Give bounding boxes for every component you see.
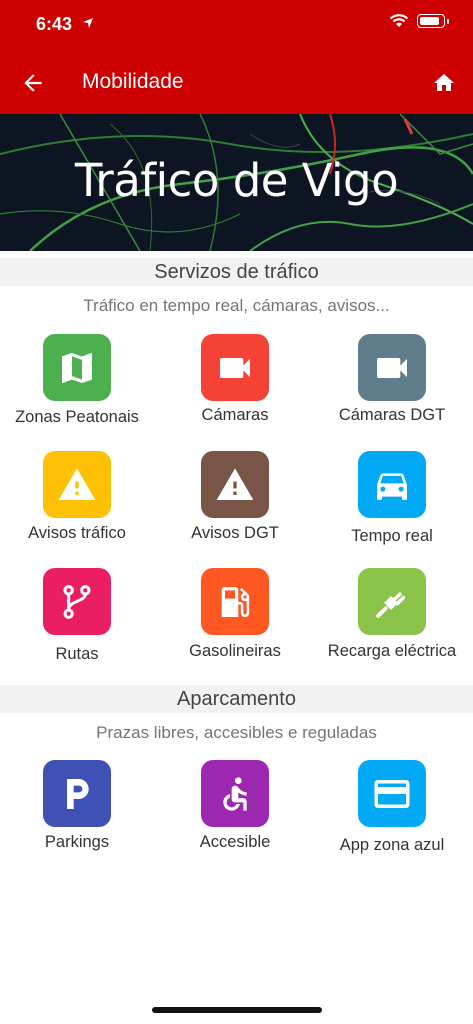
status-indicators bbox=[389, 14, 449, 28]
location-arrow-icon bbox=[83, 18, 93, 28]
tile-label: Rutas bbox=[55, 645, 99, 663]
tile-label: Zonas Peatonais bbox=[15, 408, 139, 426]
tile-rutas[interactable]: Rutas bbox=[7, 568, 147, 678]
warning-icon bbox=[201, 451, 269, 518]
page-title: Mobilidade bbox=[82, 70, 184, 93]
tile-parkings[interactable]: Parkings bbox=[7, 760, 147, 870]
tile-app-zona-azul[interactable]: App zona azul bbox=[322, 760, 462, 870]
hero-title: Tráfico de Vigo bbox=[74, 154, 399, 207]
tile-label: Cámaras bbox=[201, 406, 269, 424]
warning-icon bbox=[43, 451, 111, 518]
fork-icon bbox=[43, 568, 111, 635]
tile-avisos-dgt[interactable]: Avisos DGT bbox=[165, 451, 305, 561]
tile-camaras[interactable]: Cámaras bbox=[165, 334, 305, 444]
accessible-icon bbox=[201, 760, 269, 827]
app-header: 6:43 Mobilidade bbox=[0, 0, 473, 114]
section-subtitle-parking: Prazas libres, accesibles e reguladas bbox=[96, 723, 377, 742]
back-arrow-icon[interactable] bbox=[20, 70, 46, 96]
section-title-traffic: Servizos de tráfico bbox=[0, 258, 473, 286]
tile-label: Parkings bbox=[44, 833, 110, 851]
wifi-icon bbox=[389, 14, 409, 27]
tile-zonas-peatonais[interactable]: Zonas Peatonais bbox=[7, 334, 147, 444]
tile-label: App zona azul bbox=[339, 836, 445, 854]
tile-label: Cámaras DGT bbox=[338, 406, 446, 424]
tile-label: Tempo real bbox=[351, 527, 433, 545]
section-title-parking: Aparcamento bbox=[0, 685, 473, 713]
tile-gasolineiras[interactable]: Gasolineiras bbox=[165, 568, 305, 678]
tile-label: Avisos DGT bbox=[191, 524, 279, 542]
tile-recarga-electrica[interactable]: Recarga eléctrica bbox=[322, 568, 462, 678]
home-indicator bbox=[152, 1007, 322, 1013]
car-icon bbox=[358, 451, 426, 518]
tile-label: Gasolineiras bbox=[189, 642, 281, 660]
plug-icon bbox=[358, 568, 426, 635]
card-icon bbox=[358, 760, 426, 827]
gas-station-icon bbox=[201, 568, 269, 635]
tile-label: Recarga eléctrica bbox=[327, 642, 457, 660]
home-icon[interactable] bbox=[432, 71, 456, 95]
battery-icon bbox=[417, 14, 445, 28]
tile-accesible[interactable]: Accesible bbox=[165, 760, 305, 870]
status-time: 6:43 bbox=[36, 14, 73, 34]
parking-icon bbox=[43, 760, 111, 827]
tile-camaras-dgt[interactable]: Cámaras DGT bbox=[322, 334, 462, 444]
tile-label: Accesible bbox=[199, 833, 271, 851]
tile-avisos-trafico[interactable]: Avisos tráfico bbox=[7, 451, 147, 561]
tile-label: Avisos tráfico bbox=[28, 524, 126, 542]
videocam-icon bbox=[358, 334, 426, 401]
tile-tempo-real[interactable]: Tempo real bbox=[322, 451, 462, 561]
section-subtitle-traffic: Tráfico en tempo real, cámaras, avisos..… bbox=[83, 296, 390, 315]
map-icon bbox=[43, 334, 111, 401]
videocam-icon bbox=[201, 334, 269, 401]
